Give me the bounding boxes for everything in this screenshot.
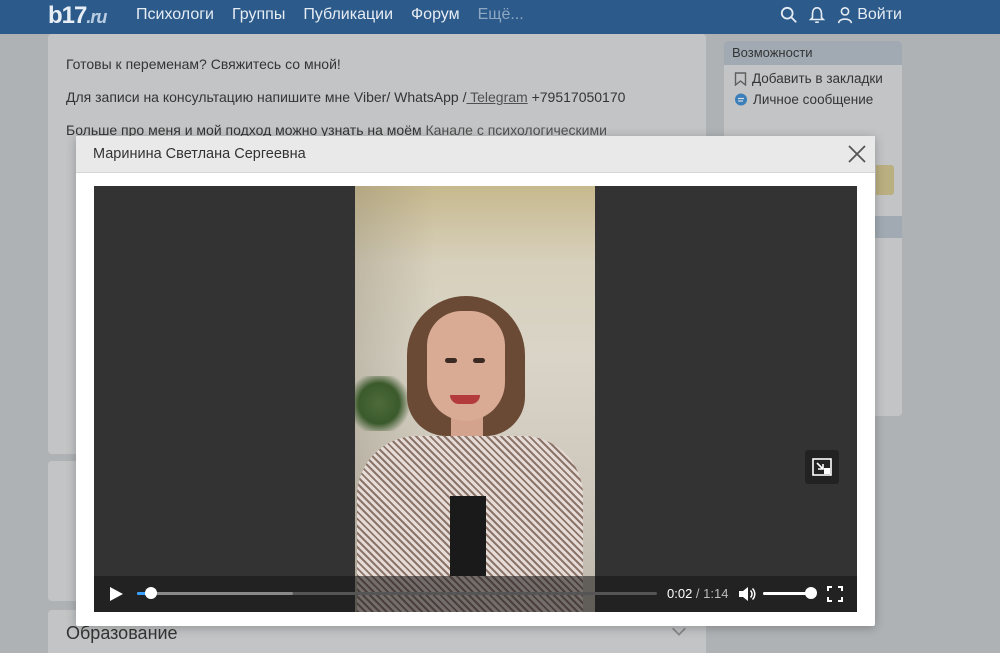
volume-level — [763, 592, 811, 595]
site-logo[interactable]: b17.ru — [48, 2, 107, 30]
video-frame — [355, 186, 595, 612]
login-link[interactable]: Войти — [857, 6, 902, 24]
time-separator: / — [692, 586, 704, 601]
top-navbar: b17.ru Психологи Группы Публикации Форум… — [0, 0, 1000, 34]
play-icon[interactable] — [108, 586, 124, 602]
progress-buffered — [137, 592, 293, 595]
nav-item-forum[interactable]: Форум — [411, 6, 460, 24]
speaker-top — [450, 496, 486, 576]
fullscreen-icon[interactable] — [827, 586, 843, 602]
nav-item-psychologists[interactable]: Психологи — [136, 6, 214, 24]
player-controls: 0:02 / 1:14 — [94, 576, 857, 612]
close-icon[interactable] — [845, 142, 869, 166]
volume-handle[interactable] — [805, 587, 817, 599]
speaker-eye — [445, 358, 457, 363]
modal-header: Маринина Светлана Сергеевна — [76, 136, 875, 173]
speaker-mouth — [450, 395, 480, 404]
picture-in-picture-icon — [812, 458, 832, 476]
user-icon[interactable] — [836, 6, 854, 24]
progress-handle[interactable] — [145, 587, 158, 599]
speaker-eye — [473, 358, 485, 363]
background-plant — [355, 376, 415, 431]
nav-item-publications[interactable]: Публикации — [303, 6, 393, 24]
current-time: 0:02 — [667, 586, 693, 601]
video-modal: Маринина Светлана Сергеевна 0:02 / 1:14 — [76, 136, 875, 626]
video-player[interactable]: 0:02 / 1:14 — [94, 186, 857, 612]
nav-item-groups[interactable]: Группы — [232, 6, 285, 24]
nav-item-more[interactable]: Ещё... — [478, 6, 524, 24]
volume-icon[interactable] — [738, 585, 756, 603]
picture-in-picture-button[interactable] — [805, 450, 839, 484]
duration: 1:14 — [703, 586, 729, 601]
progress-bar[interactable] — [137, 587, 657, 599]
main-nav: Психологи Группы Публикации Форум Ещё... — [136, 6, 542, 24]
volume-slider[interactable] — [763, 587, 817, 599]
search-icon[interactable] — [780, 6, 798, 24]
time-display: 0:02 / 1:14 — [667, 586, 728, 601]
modal-title: Маринина Светлана Сергеевна — [93, 146, 306, 162]
speaker-face — [427, 311, 505, 421]
bell-icon[interactable] — [808, 6, 826, 24]
